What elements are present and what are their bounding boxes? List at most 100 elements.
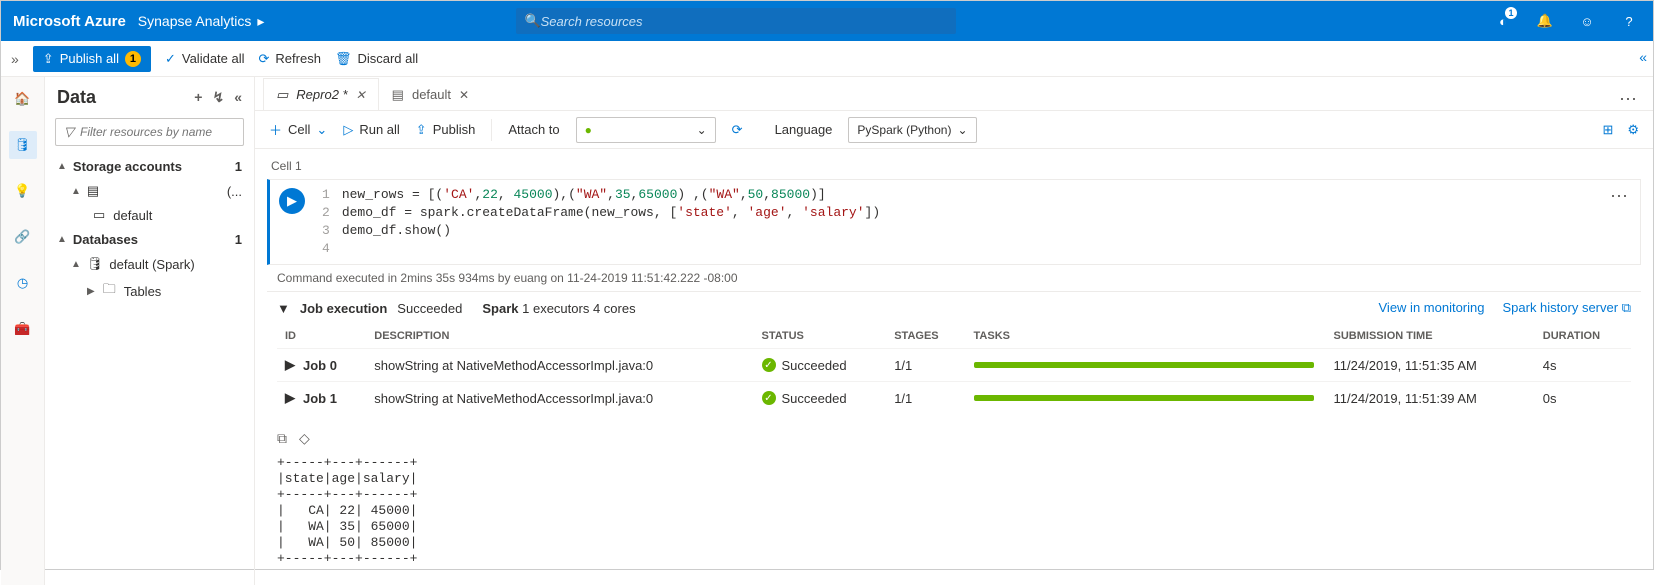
collapse-icon[interactable]: ▼ bbox=[277, 301, 290, 316]
notifications-icon[interactable]: 🔔 bbox=[1533, 9, 1557, 33]
line-gutter: 1234 bbox=[322, 186, 330, 258]
tab-label: default bbox=[412, 87, 451, 102]
tab-overflow-icon[interactable]: ⋯ bbox=[1619, 89, 1653, 110]
language-dropdown[interactable]: PySpark (Python)⌄ bbox=[848, 117, 976, 143]
publish-button[interactable]: ⇪Publish bbox=[416, 122, 476, 138]
filter-icon: ▽ bbox=[64, 124, 74, 140]
tab-label: Repro2 * bbox=[296, 87, 347, 102]
feedback-icon[interactable]: ☺ bbox=[1575, 9, 1599, 33]
view-monitoring-link[interactable]: View in monitoring bbox=[1379, 300, 1485, 316]
settings-icon[interactable]: ⚙ bbox=[1627, 122, 1639, 138]
trash-icon: 🗑 bbox=[335, 51, 352, 67]
col-id: ID bbox=[277, 324, 366, 349]
panel-more-icon[interactable]: ↯ bbox=[212, 89, 224, 106]
left-icon-rail: 🏠 🛢 💡 🔗 ◷ 🧰 bbox=[1, 77, 45, 585]
job-status: Succeeded bbox=[782, 391, 847, 406]
refresh-attach-icon[interactable]: ⟳ bbox=[732, 122, 743, 138]
expand-row-icon[interactable]: ▶ bbox=[285, 357, 295, 373]
plus-icon: ＋ bbox=[269, 120, 282, 139]
tab-default[interactable]: ▤ default ✕ bbox=[379, 78, 482, 110]
spark-label: Spark bbox=[482, 301, 518, 316]
publish-all-button[interactable]: ⇪ Publish all 1 bbox=[33, 46, 151, 72]
collapse-panel-icon[interactable]: « bbox=[234, 89, 242, 106]
storage-container-default[interactable]: ▭ default bbox=[45, 203, 254, 227]
data-hub-icon[interactable]: 🛢 bbox=[9, 131, 37, 159]
global-search[interactable]: 🔍 bbox=[516, 8, 956, 34]
manage-hub-icon[interactable]: 🧰 bbox=[9, 315, 37, 343]
filter-resources[interactable]: ▽ bbox=[55, 118, 244, 146]
job-row[interactable]: ▶Job 0 showString at NativeMethodAccesso… bbox=[277, 349, 1631, 382]
expand-rail-icon[interactable]: » bbox=[11, 51, 19, 67]
copy-output-icon[interactable]: ⧉ bbox=[277, 430, 287, 447]
search-icon: 🔍 bbox=[524, 13, 540, 29]
cell-more-icon[interactable]: ⋯ bbox=[1600, 180, 1640, 264]
publish-count-badge: 1 bbox=[125, 51, 141, 67]
close-icon[interactable]: ✕ bbox=[459, 88, 469, 102]
job-dur: 4s bbox=[1535, 349, 1631, 382]
product-breadcrumb[interactable]: Synapse Analytics ▸ bbox=[138, 13, 265, 30]
variables-icon[interactable]: ⊞ bbox=[1602, 122, 1613, 138]
databases-label: Databases bbox=[73, 232, 138, 247]
collapse-right-icon[interactable]: « bbox=[1639, 49, 1647, 65]
document-tabs: ▭ Repro2 * ✕ ▤ default ✕ ⋯ bbox=[255, 77, 1653, 111]
col-dur: DURATION bbox=[1535, 324, 1631, 349]
job-exec-label: Job execution bbox=[300, 301, 387, 316]
refresh-icon: ⟳ bbox=[259, 51, 270, 67]
job-sub: 11/24/2019, 11:51:35 AM bbox=[1326, 349, 1535, 382]
tables-label: Tables bbox=[124, 284, 162, 299]
home-icon[interactable]: 🏠 bbox=[9, 85, 37, 113]
database-default-spark[interactable]: ▲🛢default (Spark) bbox=[45, 252, 254, 276]
help-icon[interactable]: ? bbox=[1617, 9, 1641, 33]
run-all-button[interactable]: ▷Run all bbox=[343, 122, 399, 138]
cloud-shell-icon[interactable]: ◐1 bbox=[1491, 9, 1515, 33]
storage-icon: ▤ bbox=[392, 87, 404, 103]
expand-row-icon[interactable]: ▶ bbox=[285, 390, 295, 406]
upload-icon: ⇪ bbox=[416, 122, 427, 138]
run-cell-button[interactable]: ▶ bbox=[279, 188, 305, 214]
notification-badge: 1 bbox=[1505, 7, 1517, 19]
attach-to-dropdown[interactable]: ●⌄ bbox=[576, 117, 716, 143]
workspace-toolbar: » ⇪ Publish all 1 ✓Validate all ⟳Refresh… bbox=[1, 41, 1653, 77]
validate-all-button[interactable]: ✓Validate all bbox=[165, 51, 245, 67]
spark-history-link[interactable]: Spark history server ⧉ bbox=[1502, 300, 1631, 316]
tables-node[interactable]: ▶ 🗀 Tables bbox=[45, 276, 254, 306]
success-icon: ✓ bbox=[762, 391, 776, 405]
chevron-down-icon: ▲ bbox=[71, 186, 81, 197]
filter-input[interactable] bbox=[80, 125, 235, 139]
global-search-input[interactable] bbox=[541, 14, 949, 29]
chevron-down-icon: ▲ bbox=[57, 234, 67, 245]
col-sub: SUBMISSION TIME bbox=[1326, 324, 1535, 349]
data-side-panel: Data + ↯ « ▽ ▲Storage accounts 1 ▲▤ (...… bbox=[45, 77, 255, 585]
close-icon[interactable]: ✕ bbox=[356, 88, 366, 102]
col-status: STATUS bbox=[754, 324, 887, 349]
storage-account-node[interactable]: ▲▤ (... bbox=[45, 179, 254, 203]
tab-repro2[interactable]: ▭ Repro2 * ✕ bbox=[263, 78, 379, 110]
storage-accounts-group[interactable]: ▲Storage accounts 1 bbox=[45, 154, 254, 179]
job-dur: 0s bbox=[1535, 382, 1631, 415]
spark-detail: 1 executors 4 cores bbox=[522, 301, 635, 316]
add-cell-button[interactable]: ＋Cell⌄ bbox=[269, 120, 327, 139]
job-status: Succeeded bbox=[782, 358, 847, 373]
check-icon: ✓ bbox=[165, 51, 176, 67]
chevron-right-icon: ▶ bbox=[87, 286, 95, 297]
add-resource-icon[interactable]: + bbox=[194, 89, 202, 106]
chevron-down-icon: ▲ bbox=[71, 259, 81, 270]
discard-all-button[interactable]: 🗑Discard all bbox=[335, 51, 418, 67]
job-row[interactable]: ▶Job 1 showString at NativeMethodAccesso… bbox=[277, 382, 1631, 415]
databases-group[interactable]: ▲ Databases 1 bbox=[45, 227, 254, 252]
editor-area: ▭ Repro2 * ✕ ▤ default ✕ ⋯ ＋Cell⌄ ▷Run a… bbox=[255, 77, 1653, 585]
databases-count: 1 bbox=[235, 232, 242, 247]
code-source[interactable]: new_rows = [('CA',22, 45000),("WA",35,65… bbox=[342, 186, 880, 258]
job-stages: 1/1 bbox=[886, 349, 965, 382]
refresh-button[interactable]: ⟳Refresh bbox=[259, 51, 321, 67]
azure-top-bar: Microsoft Azure Synapse Analytics ▸ 🔍 ◐1… bbox=[1, 1, 1653, 41]
job-id: Job 1 bbox=[303, 391, 337, 406]
code-cell[interactable]: ▶ 1234 new_rows = [('CA',22, 45000),("WA… bbox=[267, 179, 1641, 265]
integrate-hub-icon[interactable]: 🔗 bbox=[9, 223, 37, 251]
monitor-hub-icon[interactable]: ◷ bbox=[9, 269, 37, 297]
develop-hub-icon[interactable]: 💡 bbox=[9, 177, 37, 205]
clear-output-icon[interactable]: ◇ bbox=[299, 430, 310, 447]
code-editor[interactable]: 1234 new_rows = [('CA',22, 45000),("WA",… bbox=[314, 180, 1600, 264]
job-stages: 1/1 bbox=[886, 382, 965, 415]
language-value: PySpark (Python) bbox=[857, 123, 951, 137]
